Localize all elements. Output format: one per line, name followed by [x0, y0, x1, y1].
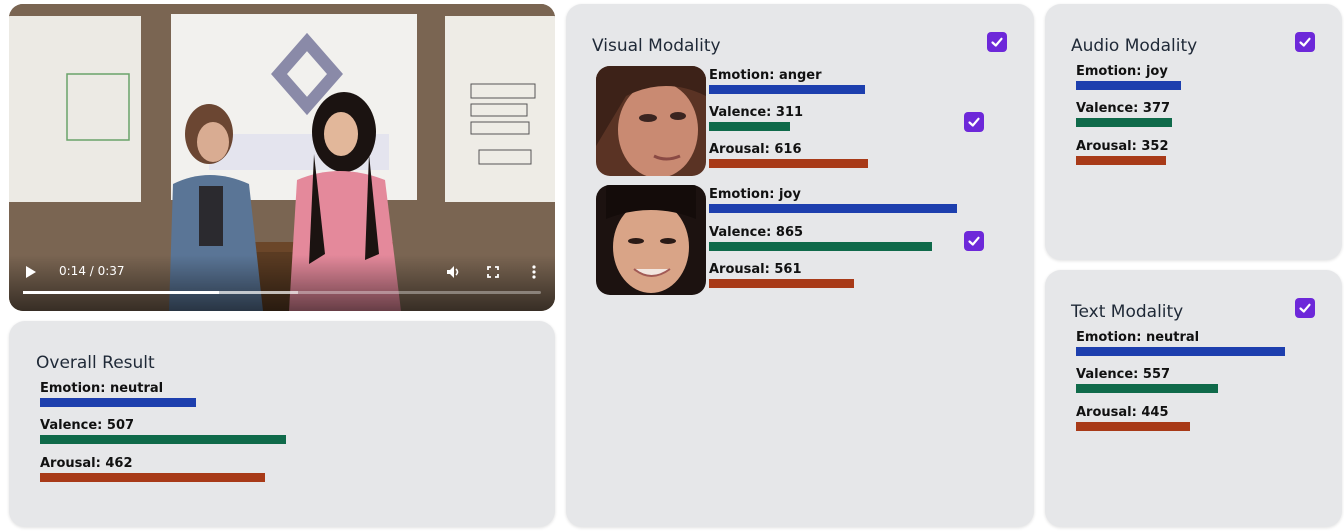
face1-arousal-bar — [709, 159, 868, 168]
video-time: 0:14 / 0:37 — [59, 264, 125, 278]
play-icon[interactable] — [26, 266, 36, 278]
text-emotion-label: Emotion: neutral — [1076, 330, 1200, 345]
face-image-2 — [596, 185, 706, 295]
overall-emotion-label: Emotion: neutral — [40, 381, 164, 396]
overall-result-title: Overall Result — [36, 353, 155, 373]
face2-arousal-bar — [709, 279, 854, 288]
face2-checkbox[interactable] — [964, 231, 984, 251]
text-valence-bar — [1076, 384, 1218, 393]
face2-arousal-label: Arousal: 561 — [709, 262, 802, 277]
video-progress-fill — [23, 291, 219, 294]
text-modality-title: Text Modality — [1071, 302, 1184, 322]
video-progress-bar[interactable] — [23, 291, 541, 294]
checkmark-icon — [1299, 37, 1311, 47]
visual-modality-card: Visual Modality Emotion: anger Valence: … — [566, 4, 1034, 527]
face1-emotion-label: Emotion: anger — [709, 68, 822, 83]
audio-emotion-label: Emotion: joy — [1076, 64, 1168, 79]
text-valence-label: Valence: 557 — [1076, 367, 1171, 382]
face-image-1 — [596, 66, 706, 176]
checkmark-icon — [1299, 303, 1311, 313]
face1-emotion-bar — [709, 85, 865, 94]
text-modality-card: Text Modality Emotion: neutral Valence: … — [1045, 270, 1342, 527]
face1-valence-bar — [709, 122, 790, 131]
checkmark-icon — [968, 236, 980, 246]
face-thumbnail-1 — [596, 66, 706, 176]
face2-emotion-bar — [709, 204, 957, 213]
checkmark-icon — [991, 37, 1003, 47]
volume-icon[interactable] — [445, 264, 461, 280]
audio-arousal-label: Arousal: 352 — [1076, 139, 1169, 154]
checkmark-icon — [968, 117, 980, 127]
overall-arousal-label: Arousal: 462 — [40, 456, 133, 471]
text-arousal-label: Arousal: 445 — [1076, 405, 1169, 420]
fullscreen-icon[interactable] — [485, 264, 501, 280]
audio-modality-title: Audio Modality — [1071, 36, 1198, 56]
text-modality-checkbox[interactable] — [1295, 298, 1315, 318]
face1-valence-label: Valence: 311 — [709, 105, 804, 120]
visual-modality-checkbox[interactable] — [987, 32, 1007, 52]
overall-emotion-bar — [40, 398, 196, 407]
audio-valence-label: Valence: 377 — [1076, 101, 1171, 116]
face-thumbnail-2 — [596, 185, 706, 295]
overall-result-card: Overall Result Emotion: neutral Valence:… — [9, 321, 555, 527]
video-player[interactable]: 0:14 / 0:37 — [9, 4, 555, 311]
face2-emotion-label: Emotion: joy — [709, 187, 801, 202]
overall-valence-bar — [40, 435, 286, 444]
overall-valence-label: Valence: 507 — [40, 418, 135, 433]
audio-emotion-bar — [1076, 81, 1181, 90]
face2-valence-bar — [709, 242, 932, 251]
face2-valence-label: Valence: 865 — [709, 225, 804, 240]
more-options-icon[interactable] — [526, 264, 542, 280]
audio-valence-bar — [1076, 118, 1172, 127]
overall-arousal-bar — [40, 473, 265, 482]
face1-arousal-label: Arousal: 616 — [709, 142, 802, 157]
visual-modality-title: Visual Modality — [592, 36, 721, 56]
face1-checkbox[interactable] — [964, 112, 984, 132]
audio-arousal-bar — [1076, 156, 1166, 165]
audio-modality-card: Audio Modality Emotion: joy Valence: 377… — [1045, 4, 1342, 260]
audio-modality-checkbox[interactable] — [1295, 32, 1315, 52]
text-arousal-bar — [1076, 422, 1190, 431]
text-emotion-bar — [1076, 347, 1285, 356]
